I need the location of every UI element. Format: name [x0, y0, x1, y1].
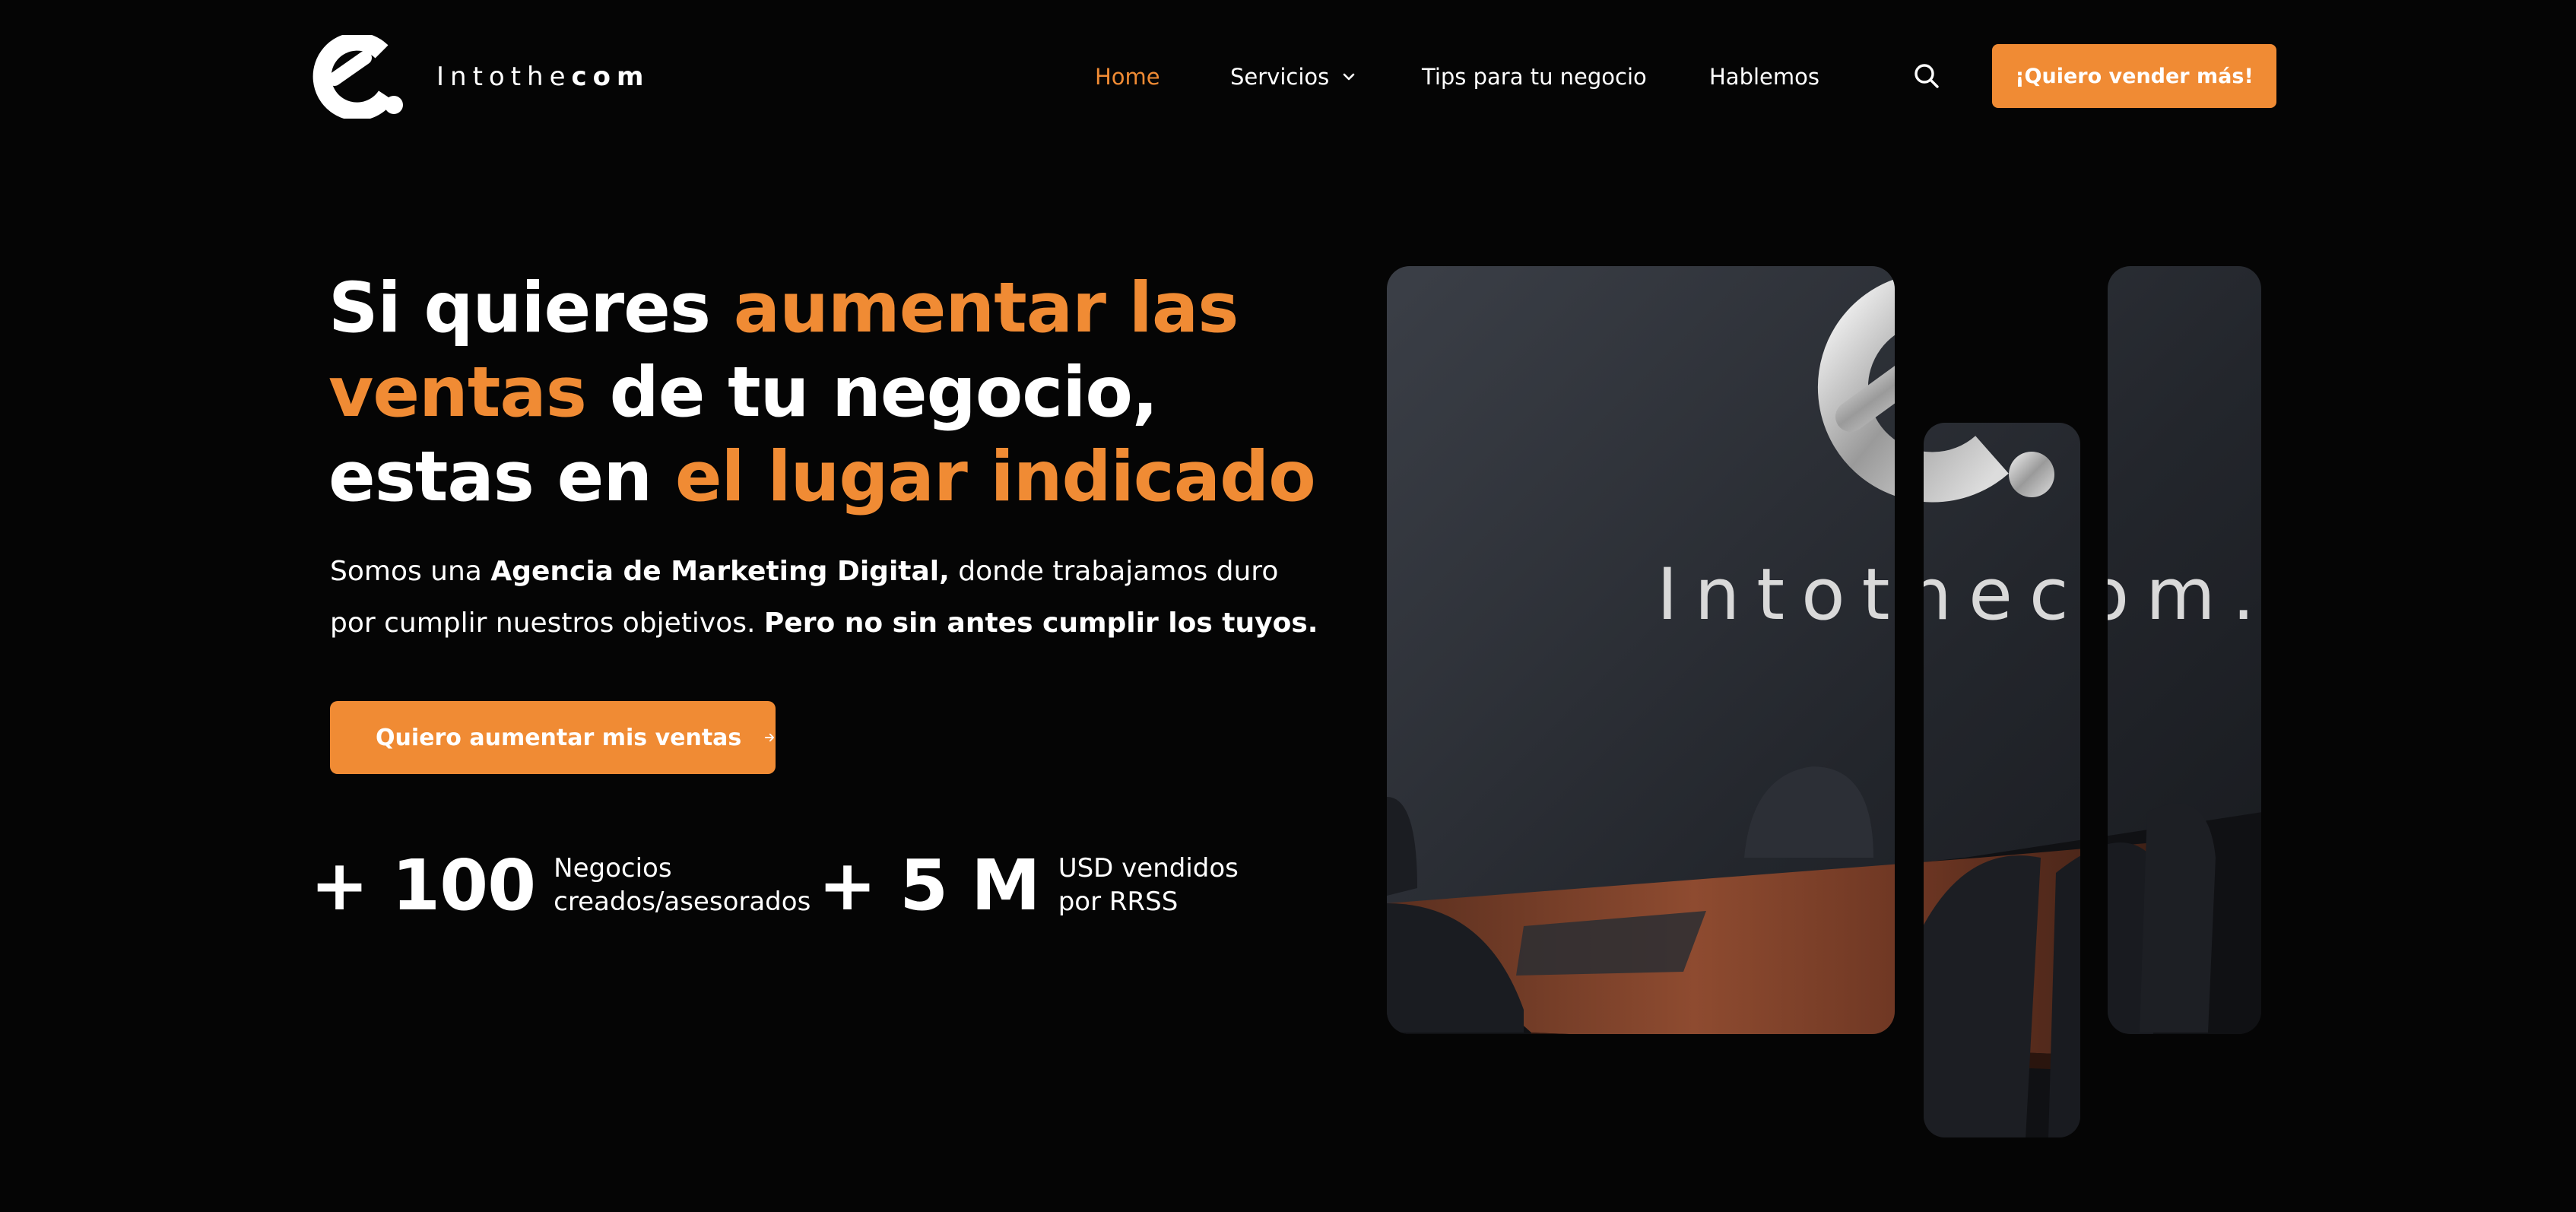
nav-tips[interactable]: Tips para tu negocio: [1422, 64, 1647, 90]
lede-bold-1: Agencia de Marketing Digital,: [490, 556, 950, 587]
office-photo-collage: Intothecom.: [1387, 266, 2263, 1137]
arrow-right-icon: [765, 733, 775, 742]
stat-line-1: Negocios: [554, 853, 672, 884]
headline-part-1: Si quieres: [328, 268, 734, 348]
stat-number: + 100: [310, 844, 536, 926]
wall-sign-text: Intothecom.: [1657, 554, 2263, 636]
nav-hablemos[interactable]: Hablemos: [1709, 64, 1819, 90]
stat-description: USD vendidos por RRSS: [1058, 852, 1239, 919]
lede-bold-2: Pero no sin antes cumplir los tuyos.: [763, 608, 1318, 639]
stat-description: Negocios creados/asesorados: [554, 852, 811, 919]
chevron-down-icon: [1343, 73, 1355, 81]
stat-usd-vendidos: + 5 M USD vendidos por RRSS: [818, 839, 1239, 931]
nav-servicios[interactable]: Servicios: [1230, 64, 1356, 90]
hero-headline: Si quieres aumentar las ventas de tu neg…: [328, 266, 1317, 519]
stat-line-1: USD vendidos: [1058, 853, 1239, 884]
hero-description: Somos una Agencia de Marketing Digital, …: [330, 546, 1318, 649]
aumentar-ventas-button[interactable]: Quiero aumentar mis ventas: [330, 701, 776, 774]
nav-servicios-label: Servicios: [1230, 64, 1330, 90]
logo-wordmark-bold: com: [571, 62, 650, 92]
lede-part-1: Somos una: [330, 556, 491, 587]
intothecom-logo-icon: [312, 35, 403, 119]
nav-home[interactable]: Home: [1095, 64, 1160, 90]
stat-number: + 5 M: [818, 844, 1041, 926]
quiero-vender-button[interactable]: ¡Quiero vender más!: [1992, 44, 2276, 108]
search-icon[interactable]: [1911, 61, 1942, 91]
stat-line-2: por RRSS: [1058, 887, 1179, 917]
logo-wordmark-light: Intothe: [436, 62, 572, 92]
headline-accent-2: el lugar indicado: [674, 437, 1316, 517]
aumentar-ventas-label: Quiero aumentar mis ventas: [376, 724, 742, 751]
logo[interactable]: Intothecom: [312, 35, 738, 119]
stat-line-2: creados/asesorados: [554, 887, 811, 917]
logo-wordmark: Intothecom: [436, 62, 649, 92]
site-header: Intothecom Home Servicios Tips para tu n…: [0, 0, 2576, 152]
hero-office-image: Intothecom.: [1387, 265, 2263, 1139]
stat-negocios: + 100 Negocios creados/asesorados: [310, 839, 811, 931]
